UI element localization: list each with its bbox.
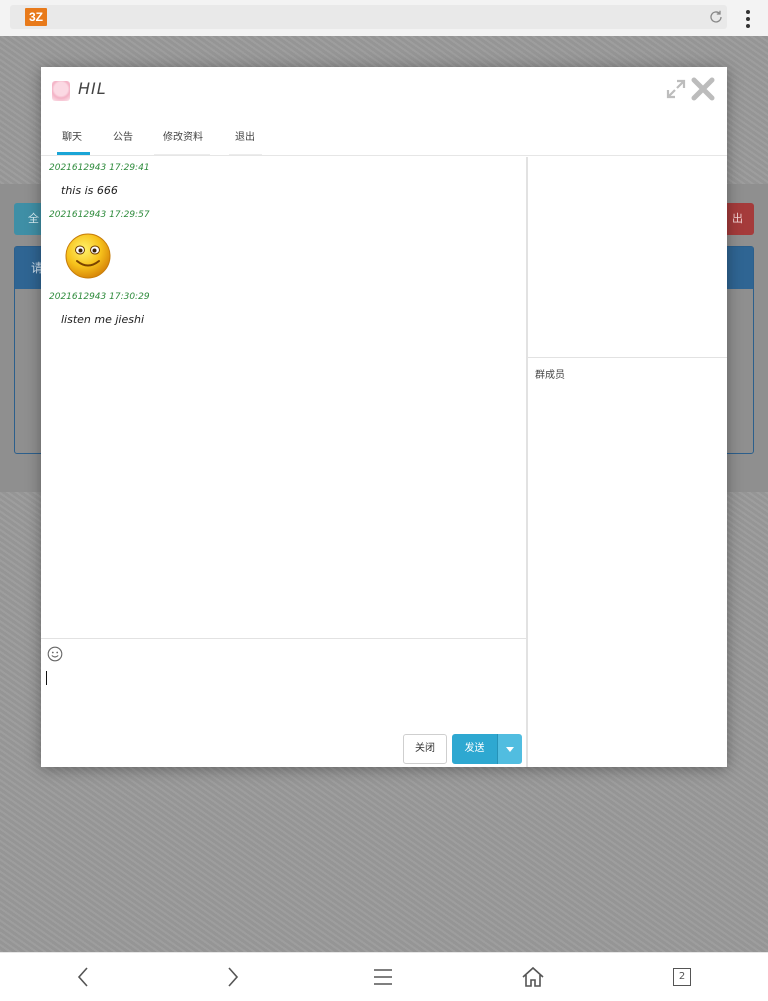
message-timestamp: 2021612943 17:29:41 bbox=[49, 163, 150, 173]
group-members-panel: 群成员 bbox=[527, 358, 727, 767]
tab-edit-profile[interactable]: 修改资料 bbox=[163, 128, 203, 143]
forward-icon[interactable] bbox=[220, 965, 244, 989]
message-text: listen me jieshi bbox=[61, 313, 145, 326]
tabs-button[interactable]: 2 bbox=[670, 965, 694, 989]
dialog-tabs: 聊天 公告 修改资料 退出 bbox=[41, 111, 727, 156]
address-bar[interactable]: 3Z bbox=[10, 5, 727, 29]
close-button[interactable]: 关闭 bbox=[403, 734, 447, 764]
message-timestamp: 2021612943 17:30:29 bbox=[49, 292, 150, 302]
browser-bottom-nav: 2 bbox=[0, 952, 768, 1001]
smiley-face-emoji bbox=[65, 233, 111, 279]
tab-divider bbox=[229, 154, 262, 155]
tab-announcement[interactable]: 公告 bbox=[113, 128, 133, 143]
browser-toolbar: 3Z bbox=[0, 0, 768, 36]
tab-count: 2 bbox=[673, 968, 691, 986]
text-cursor bbox=[46, 671, 47, 685]
back-icon[interactable] bbox=[72, 965, 96, 989]
dialog-title: HIL bbox=[78, 79, 107, 98]
message-text: this is 666 bbox=[61, 184, 118, 197]
reload-icon[interactable] bbox=[708, 9, 724, 25]
message-input-area[interactable]: 关闭 发送 bbox=[41, 638, 527, 767]
group-info-panel bbox=[527, 157, 727, 358]
tab-divider bbox=[154, 154, 210, 155]
chat-messages[interactable]: 2021612943 17:29:41 this is 666 20216129… bbox=[41, 157, 527, 638]
menu-icon[interactable] bbox=[371, 965, 395, 989]
send-button[interactable]: 发送 bbox=[452, 734, 497, 764]
avatar bbox=[52, 81, 70, 101]
more-menu-icon[interactable] bbox=[741, 10, 755, 30]
site-logo: 3Z bbox=[25, 8, 47, 26]
message-timestamp: 2021612943 17:29:57 bbox=[49, 210, 150, 220]
tab-chat[interactable]: 聊天 bbox=[62, 128, 82, 143]
active-tab-indicator bbox=[57, 152, 90, 155]
tab-exit[interactable]: 退出 bbox=[235, 128, 255, 143]
close-icon[interactable] bbox=[690, 76, 716, 102]
emoji-icon[interactable] bbox=[47, 646, 63, 662]
send-options-dropdown[interactable] bbox=[497, 734, 522, 764]
dialog-header: HIL bbox=[41, 67, 727, 111]
members-label: 群成员 bbox=[535, 370, 565, 381]
chat-dialog: HIL 聊天 公告 修改资料 退出 2021612943 17:29:41 th… bbox=[41, 67, 727, 767]
maximize-icon[interactable] bbox=[665, 78, 687, 100]
home-icon[interactable] bbox=[521, 965, 545, 989]
chevron-down-icon bbox=[506, 747, 514, 752]
